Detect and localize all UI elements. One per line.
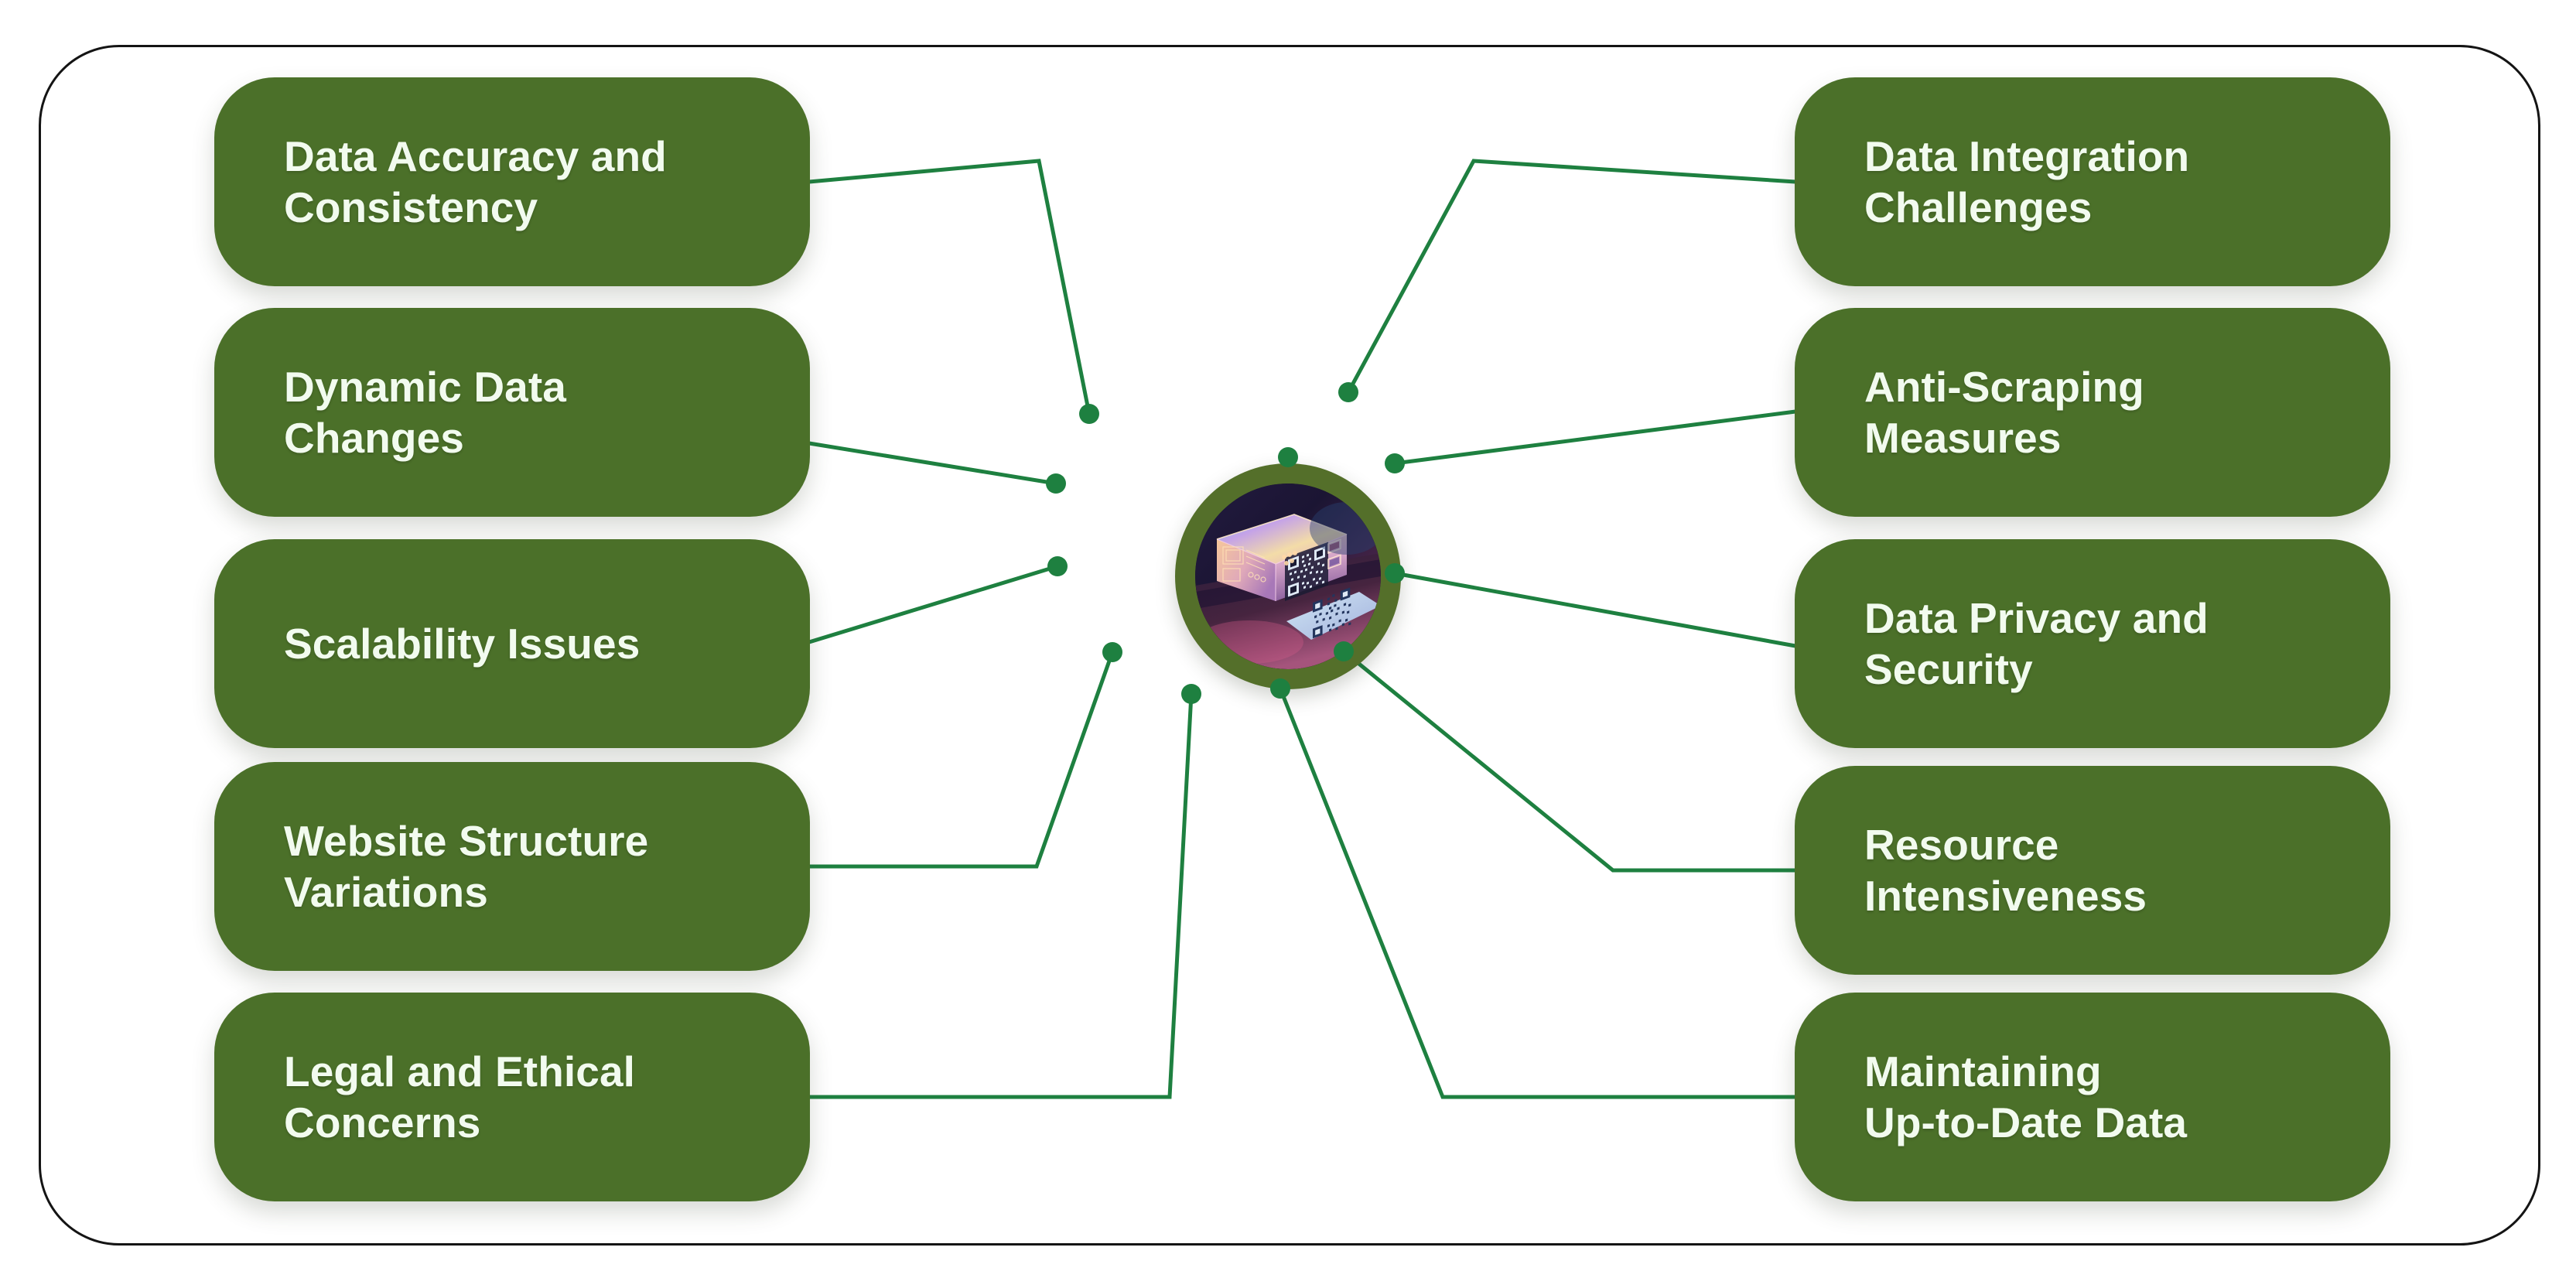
node-legal-and-ethical-concerns[interactable]: Legal and Ethical Concerns [214,993,810,1201]
hub-dot-e-upper [1385,453,1405,473]
node-label: Data Integration Challenges [1864,132,2190,231]
hub-dot-w-upper [1046,473,1066,494]
node-label: Anti-Scraping Measures [1864,363,2144,462]
hub-dot-w-lower [1047,556,1068,576]
qr-package-image [1195,484,1381,669]
node-label: Dynamic Data Changes [284,363,566,462]
node-label: Maintaining Up-to-Date Data [1864,1047,2188,1146]
node-dynamic-data-changes[interactable]: Dynamic Data Changes [214,308,810,517]
node-label: Data Accuracy and Consistency [284,132,667,231]
qr-package-illustration [1195,484,1381,669]
diagram-canvas: Data Accuracy and Consistency Dynamic Da… [0,0,2576,1278]
hub-dot-s-left [1181,684,1201,704]
node-label: Scalability Issues [284,620,641,668]
node-label: Data Privacy and Security [1864,594,2209,693]
node-data-privacy-and-security[interactable]: Data Privacy and Security [1795,539,2390,748]
hub-dot-se [1334,641,1354,661]
node-resource-intensiveness[interactable]: Resource Intensiveness [1795,766,2390,975]
hub-ring [1175,447,1401,689]
hub-dot-e-lower [1385,563,1405,583]
node-anti-scraping-measures[interactable]: Anti-Scraping Measures [1795,308,2390,517]
node-data-accuracy-and-consistency[interactable]: Data Accuracy and Consistency [214,77,810,286]
node-website-structure-variations[interactable]: Website Structure Variations [214,762,810,971]
hub-dot-1 [1278,447,1298,467]
hub-dot-ne-upper [1338,382,1358,402]
node-data-integration-challenges[interactable]: Data Integration Challenges [1795,77,2390,286]
hub-dot-sw [1102,642,1122,662]
node-maintaining-up-to-date-data[interactable]: Maintaining Up-to-Date Data [1795,993,2390,1201]
node-scalability-issues[interactable]: Scalability Issues [214,539,810,748]
hub-dot-nw-upper [1079,404,1099,424]
hub-dot-s-right [1270,678,1290,699]
node-label: Legal and Ethical Concerns [284,1047,636,1146]
node-label: Website Structure Variations [284,817,649,916]
node-label: Resource Intensiveness [1864,821,2147,920]
